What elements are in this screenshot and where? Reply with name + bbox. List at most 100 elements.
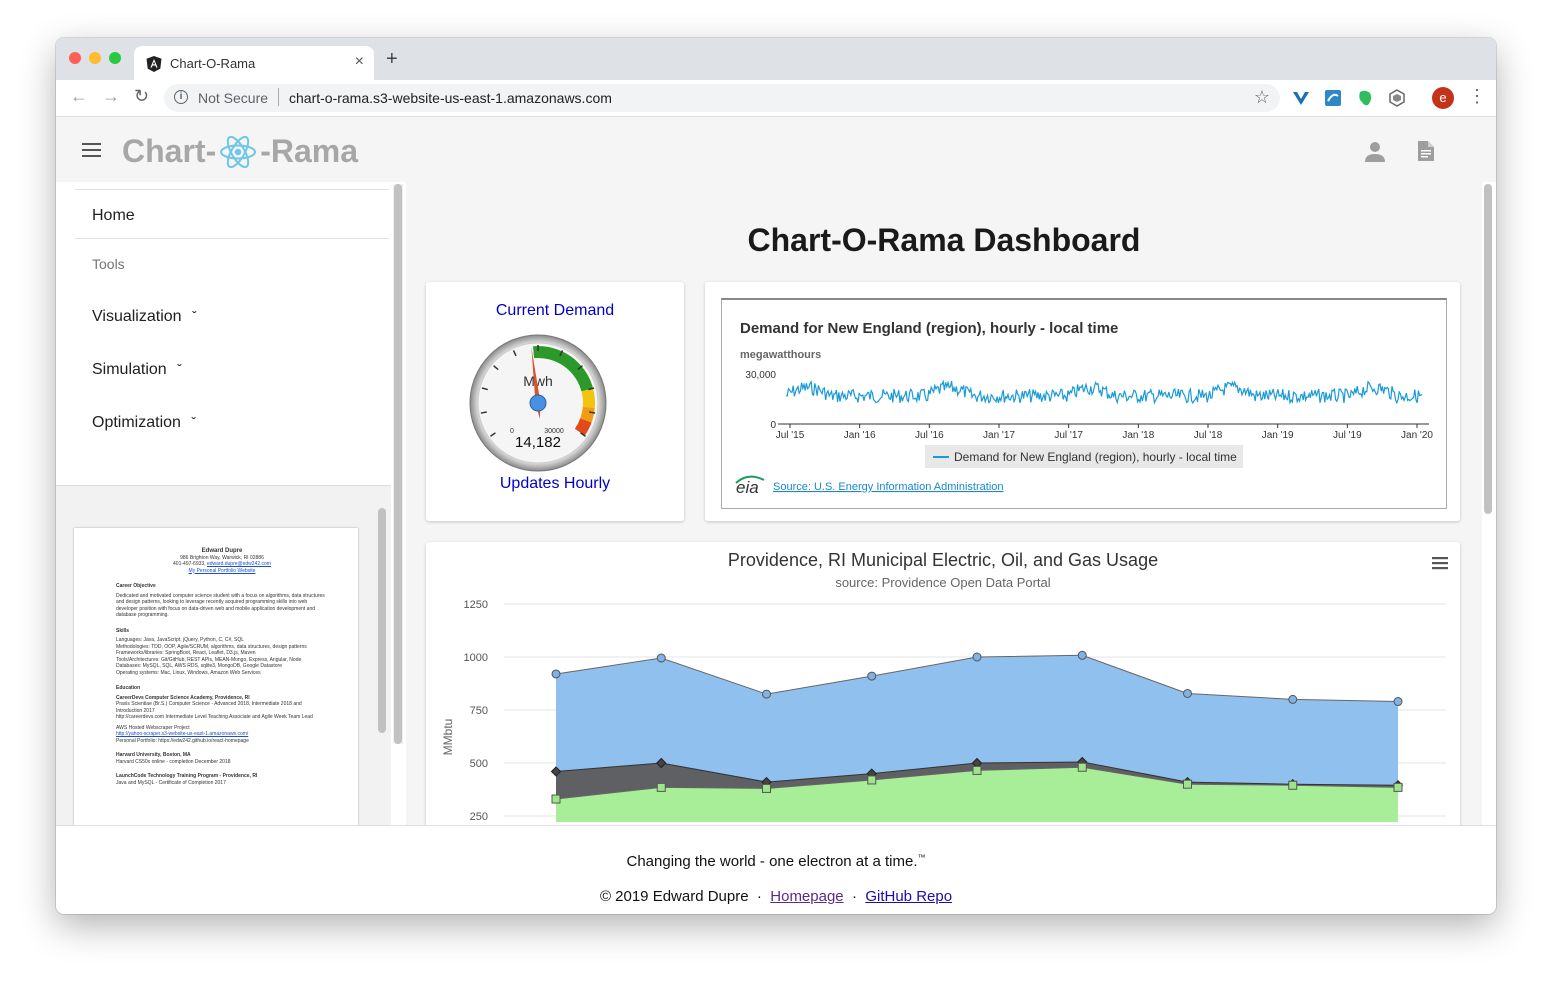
data-point[interactable] [762, 689, 771, 699]
react-atom-icon [220, 135, 257, 168]
y-tick-label: 500 [470, 758, 488, 770]
footer-links: © 2019 Edward Dupre · Homepage · GitHub … [56, 888, 1496, 905]
data-point[interactable] [1077, 762, 1087, 772]
sidebar-item-label: Optimization [92, 414, 181, 431]
gauge-unit-label: Mwh [523, 373, 553, 389]
tab-title: Chart-O-Rama [170, 56, 256, 71]
eia-x-ticks: Jul '15 Jan '16 Jul '16 Jan '17 Jul '17 Jan '… [776, 424, 1433, 441]
minimize-window-button[interactable] [89, 52, 101, 64]
reload-icon[interactable]: ↻ [134, 86, 149, 107]
info-icon[interactable]: i [174, 90, 188, 104]
sidebar-item-optimization[interactable]: Optimization ˇ [92, 414, 196, 432]
resume-education-line: Java and MySQL - Certificate of Completi… [116, 779, 226, 786]
hamburger-menu-icon[interactable] [82, 143, 101, 157]
forward-arrow-icon[interactable]: → [102, 86, 120, 107]
resume-section-title: Education [116, 685, 141, 691]
evernote-extension-icon[interactable] [1356, 89, 1374, 107]
chevron-down-icon: ˇ [192, 308, 197, 324]
homepage-link[interactable]: Homepage [770, 888, 843, 905]
hamburger-icon[interactable] [1432, 557, 1448, 570]
tab-strip: Chart-O-Rama × + [56, 38, 1496, 80]
gauge-footer: Updates Hourly [499, 475, 611, 492]
data-point[interactable] [1077, 650, 1087, 660]
url-separator [278, 88, 279, 106]
usage-chart-card: Providence, RI Municipal Electric, Oil, … [426, 542, 1460, 825]
close-window-button[interactable] [69, 52, 81, 64]
url-text[interactable]: chart-o-rama.s3-website-us-east-1.amazon… [289, 90, 612, 106]
github-repo-link[interactable]: GitHub Repo [865, 888, 952, 905]
data-point[interactable] [867, 671, 877, 681]
usage-series [550, 650, 1404, 822]
gauge-hub [529, 394, 547, 412]
chevron-down-icon: ˇ [191, 414, 197, 430]
sidebar-item-home[interactable]: Home [92, 207, 135, 225]
maximize-window-button[interactable] [109, 52, 121, 64]
vuejs-extension-icon[interactable] [1292, 89, 1310, 107]
document-icon[interactable] [1418, 141, 1434, 161]
eia-y-tick: 30,000 [745, 370, 776, 381]
resume-objective: Dedicated and motivated computer science… [116, 592, 325, 619]
sidebar-item-label: Visualization [92, 308, 182, 325]
eia-demand-chart[interactable]: Demand for New England (region), hourly … [722, 300, 1446, 506]
data-point[interactable] [551, 794, 561, 804]
resume-portfolio-link[interactable]: My Personal Portfolio Website [116, 568, 328, 575]
new-tab-button[interactable]: + [386, 48, 398, 71]
data-point[interactable] [1393, 697, 1403, 707]
chevron-down-icon: ˇ [177, 361, 182, 377]
sidebar-item-simulation[interactable]: Simulation ˇ [92, 361, 182, 379]
data-point[interactable] [972, 652, 982, 662]
sidebar-scrollbar[interactable] [394, 184, 402, 744]
resume-education-line: Personal Portfolio: https://edw242.githu… [116, 737, 249, 744]
gauge-tick [480, 411, 487, 414]
eia-x-tick: Jul '19 [1333, 430, 1362, 441]
profile-avatar-icon[interactable]: e [1432, 87, 1454, 109]
data-point[interactable] [551, 669, 561, 679]
data-point[interactable] [972, 765, 982, 775]
gauge-min-label: 0 [510, 428, 514, 435]
data-point[interactable] [1183, 779, 1192, 789]
gauge-tick [589, 411, 596, 414]
eia-source-link[interactable]: Source: U.S. Energy Information Administ… [773, 481, 1004, 493]
gauge-value-label: 14,182 [515, 434, 561, 451]
y-tick-label: 1000 [464, 652, 488, 664]
browser-window: Chart-O-Rama × + ← → ↻ i Not Secure char… [56, 38, 1496, 914]
usage-area-chart[interactable]: Providence, RI Municipal Electric, Oil, … [426, 542, 1460, 825]
resume-scrollbar[interactable] [378, 508, 386, 733]
resume-email-link[interactable]: edward.dupre@edw242.com [207, 561, 271, 567]
brand-logo[interactable]: Chart- -Rama [122, 133, 358, 170]
data-point[interactable] [656, 782, 666, 792]
account-icon[interactable] [1365, 141, 1385, 163]
sidebar-item-visualization[interactable]: Visualization ˇ [92, 308, 197, 326]
sidebar-heading-tools: Tools [92, 256, 125, 272]
browser-menu-icon[interactable]: ⋮ [1468, 86, 1486, 107]
data-point[interactable] [1183, 688, 1192, 698]
y-tick-label: 750 [470, 705, 488, 717]
data-point[interactable] [762, 783, 771, 793]
address-bar[interactable]: i Not Secure chart-o-rama.s3-website-us-… [164, 84, 1280, 112]
bookmark-star-icon[interactable]: ☆ [1254, 87, 1270, 108]
browser-tab[interactable]: Chart-O-Rama × [134, 46, 374, 80]
data-point[interactable] [867, 775, 877, 785]
data-point[interactable] [1288, 694, 1298, 704]
sidebar-divider [75, 189, 389, 190]
eia-x-tick: Jan '20 [1401, 430, 1433, 441]
screenshot-extension-icon[interactable] [1324, 89, 1342, 107]
tab-close-icon[interactable]: × [355, 53, 364, 71]
resume-panel: Edward Dupre 986 Brighton Way, Warwick, … [56, 485, 391, 838]
main-content: Chart-O-Rama Dashboard Current Demand Mw… [406, 182, 1482, 825]
sidebar: Home Tools Visualization ˇ Simulation ˇ … [56, 182, 401, 484]
resume-education-line: Praxis Scientiae (Br.S.) Computer Scienc… [116, 701, 302, 714]
cube-extension-icon[interactable] [1388, 89, 1406, 107]
resume-phone: 401-497-6933, [173, 561, 206, 567]
eia-x-tick: Jul '17 [1054, 430, 1083, 441]
data-point[interactable] [656, 653, 666, 663]
resume-document[interactable]: Edward Dupre 986 Brighton Way, Warwick, … [74, 528, 358, 838]
usage-chart-subtitle: source: Providence Open Data Portal [835, 575, 1050, 590]
eia-x-tick: Jan '18 [1122, 430, 1154, 441]
eia-x-tick: Jul '18 [1194, 430, 1223, 441]
back-arrow-icon[interactable]: ← [70, 86, 88, 107]
resume-skill-line: Operating systems: Mac, Linux, Windows, … [116, 669, 261, 676]
data-point[interactable] [1393, 782, 1403, 792]
data-point[interactable] [1288, 780, 1298, 790]
main-scrollbar[interactable] [1484, 184, 1492, 514]
